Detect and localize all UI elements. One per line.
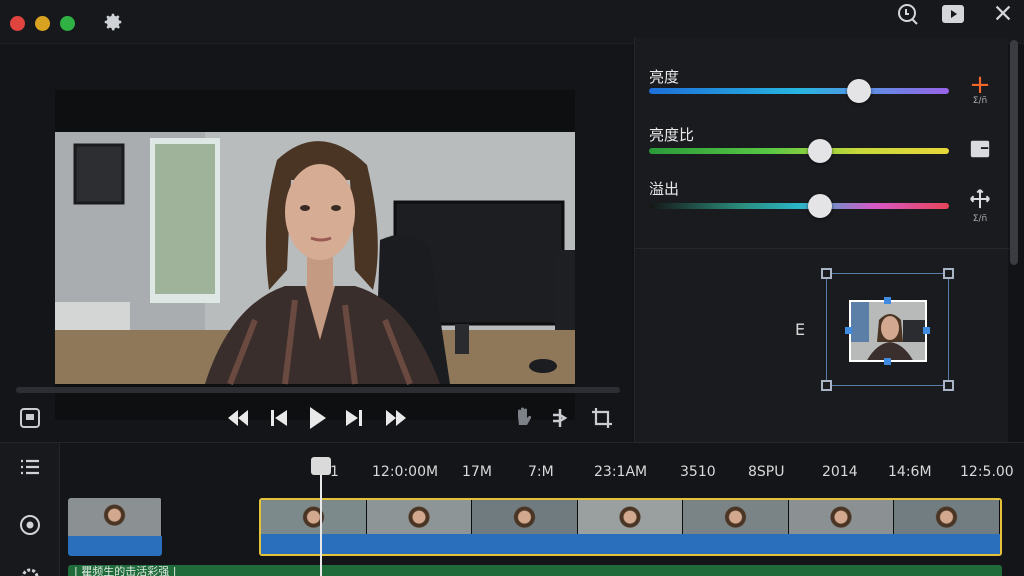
preview-panel — [0, 44, 632, 442]
ruler-tick-label: 12:0:00M — [372, 464, 439, 480]
close-window-button[interactable] — [10, 16, 25, 31]
maximize-window-button[interactable] — [60, 16, 75, 31]
adjustments-panel: 亮度 亮度比 溢出 + Σ/ñ Σ/ñ E — [634, 38, 1009, 442]
saturation-slider-knob[interactable] — [808, 194, 832, 218]
clip-thumbnail — [577, 500, 684, 538]
transform-preview-thumbnail[interactable] — [849, 300, 927, 362]
thumbnail-handle-right[interactable] — [923, 327, 930, 334]
contrast-label: 亮度比 — [649, 126, 695, 144]
clip-thumbnail — [366, 500, 473, 538]
panel-toggle-button[interactable] — [967, 138, 993, 164]
minimize-window-button[interactable] — [35, 16, 50, 31]
settings-gear-icon[interactable] — [102, 11, 124, 33]
brightness-slider-row: 亮度 — [649, 66, 949, 103]
thumbnail-image — [851, 302, 925, 360]
ruler-tick-label: 8SPU — [748, 464, 785, 480]
video-clip-2[interactable] — [259, 498, 1002, 556]
fast-forward-icon[interactable] — [384, 408, 408, 428]
hand-tool-icon[interactable] — [512, 404, 536, 428]
clip-thumbnail — [683, 500, 789, 538]
transform-handle-tl[interactable] — [821, 268, 832, 279]
clip-thumbnail — [894, 500, 1000, 538]
ruler-tick-label: 14:6M — [888, 464, 932, 480]
crop-icon[interactable] — [590, 406, 614, 430]
contrast-slider-knob[interactable] — [808, 139, 832, 163]
record-icon[interactable] — [18, 513, 42, 537]
thumbnail-handle-bottom[interactable] — [884, 358, 891, 365]
clip-2-audio — [261, 534, 1000, 554]
close-icon[interactable] — [992, 2, 1016, 26]
playback-scrubber[interactable] — [16, 387, 620, 393]
brightness-track[interactable] — [649, 88, 949, 94]
split-icon[interactable] — [550, 406, 574, 430]
ruler-tick-label: 3510 — [680, 464, 716, 480]
move-caption: Σ/ñ — [972, 214, 988, 224]
clip-thumbnail — [788, 500, 895, 538]
add-keyframe-button[interactable]: + Σ/ñ — [967, 70, 993, 106]
subtitle-track[interactable]: | 瞿频生的击活彩强 | — [68, 565, 1002, 576]
add-icon: + — [969, 70, 991, 100]
video-frame-image — [55, 90, 575, 420]
rewind-icon[interactable] — [226, 408, 250, 428]
panel-divider — [635, 248, 1009, 249]
clip-2-thumbnails — [261, 500, 1000, 538]
brightness-label: 亮度 — [649, 68, 680, 86]
list-icon[interactable] — [18, 455, 42, 479]
contrast-slider-row: 亮度比 — [649, 124, 949, 163]
next-frame-icon[interactable] — [345, 408, 363, 428]
move-icon — [970, 189, 990, 209]
settings-small-icon[interactable] — [18, 565, 42, 576]
save-icon[interactable] — [18, 406, 42, 430]
ruler-tick-label: 1 — [330, 464, 339, 480]
playhead-handle[interactable] — [311, 457, 331, 475]
panel-icon — [970, 140, 990, 158]
move-button[interactable]: Σ/ñ — [967, 188, 993, 224]
saturation-slider-row: 溢出 — [649, 178, 949, 218]
magnifier-icon[interactable] — [895, 2, 919, 26]
ruler-tick-label: 7:M — [528, 464, 554, 480]
ruler-tick-label: 17M — [462, 464, 492, 480]
brightness-slider-knob[interactable] — [847, 79, 871, 103]
play-icon[interactable] — [308, 405, 328, 431]
saturation-label: 溢出 — [649, 180, 680, 198]
clip-1-audio — [68, 536, 162, 556]
thumbnail-handle-top[interactable] — [884, 297, 891, 304]
previous-frame-icon[interactable] — [270, 408, 288, 428]
youtube-icon[interactable] — [940, 2, 964, 26]
clip-1-thumbnails — [68, 498, 162, 536]
contrast-track[interactable] — [649, 148, 949, 154]
video-clip-1[interactable] — [68, 498, 162, 556]
transform-handle-br[interactable] — [943, 380, 954, 391]
ruler-tick-label: 23:1AM — [594, 464, 648, 480]
ruler-tick-label: 2014 — [822, 464, 858, 480]
timeline-sidebar — [0, 443, 60, 576]
clip-thumbnail — [472, 500, 578, 538]
ruler-tick-label: 12:5.00 — [960, 464, 1014, 480]
clip-thumbnail — [261, 500, 367, 538]
transform-handle-bl[interactable] — [821, 380, 832, 391]
transform-label: E — [795, 320, 806, 339]
thumbnail-handle-left[interactable] — [845, 327, 852, 334]
saturation-track[interactable] — [649, 203, 949, 209]
timeline: 1 12:0:00M 17M 7:M 23:1AM 3510 8SPU 2014 14:6M 12… — [0, 442, 1024, 576]
transform-handle-tr[interactable] — [943, 268, 954, 279]
panel-scrollbar[interactable] — [1010, 40, 1018, 265]
video-preview[interactable] — [55, 90, 575, 420]
